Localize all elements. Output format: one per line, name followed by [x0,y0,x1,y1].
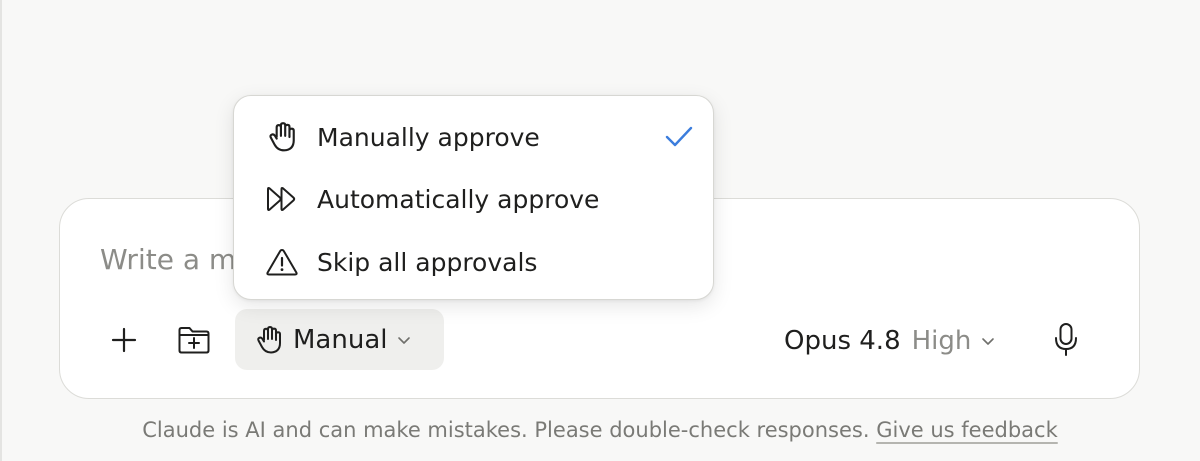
checkmark-icon [662,120,696,154]
hand-icon [257,325,281,353]
menu-item-skip-all-approvals[interactable]: Skip all approvals [242,234,705,290]
approval-mode-label: Manual [293,324,388,355]
model-selector[interactable]: Opus 4.8 High [784,319,995,363]
microphone-icon [1055,323,1077,356]
hand-icon [264,119,300,155]
add-folder-button[interactable] [174,320,214,360]
add-button[interactable] [104,320,144,360]
menu-item-label: Skip all approvals [317,247,538,277]
chevron-down-icon [981,336,995,346]
menu-item-automatically-approve[interactable]: Automatically approve [242,171,705,227]
menu-item-label: Automatically approve [317,184,600,214]
approval-mode-button[interactable]: Manual [235,309,444,370]
feedback-link[interactable]: Give us feedback [876,418,1058,442]
left-divider [0,0,2,461]
model-name: Opus 4.8 [784,326,901,356]
approval-mode-menu: Manually approve Automatically approve S… [233,95,714,300]
plus-icon [111,327,137,353]
menu-item-label: Manually approve [317,122,540,152]
fast-forward-icon [264,181,300,217]
disclaimer: Claude is AI and can make mistakes. Plea… [0,418,1200,442]
menu-item-manually-approve[interactable]: Manually approve [242,109,705,165]
folder-plus-icon [178,327,210,354]
voice-input-button[interactable] [1046,320,1086,360]
model-effort: High [911,326,972,356]
chevron-down-icon [397,335,411,345]
disclaimer-text: Claude is AI and can make mistakes. Plea… [142,418,870,442]
warning-icon [264,244,300,280]
